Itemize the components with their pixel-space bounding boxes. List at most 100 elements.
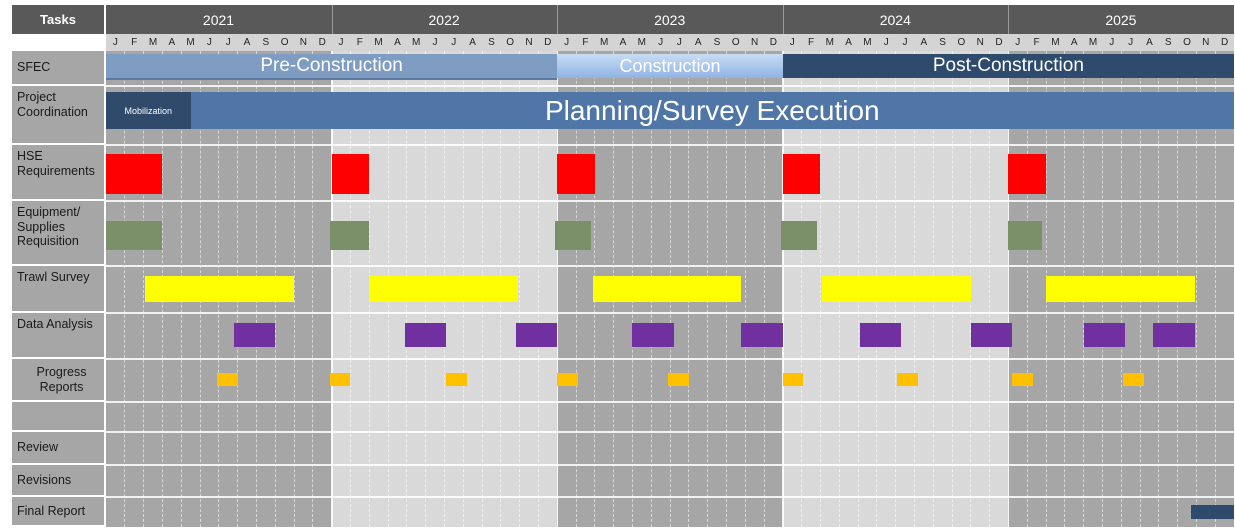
month-label: J [1015, 37, 1021, 48]
row-separator [106, 200, 1234, 202]
task-label: Equipment/ Supplies Requisition [12, 201, 104, 264]
task-bar [555, 221, 592, 250]
task-label: SFEC [12, 51, 104, 84]
month-label: M [825, 37, 834, 48]
task-bar [1190, 505, 1234, 519]
phase-bar: Pre-Construction [106, 54, 558, 80]
task-label: Review [12, 432, 104, 463]
year-header-separator [782, 5, 784, 34]
month-label: J [206, 37, 212, 48]
month-label: D [318, 37, 326, 48]
task-label: Project Coordination [12, 86, 104, 143]
task-bar [1008, 154, 1046, 194]
task-bar [668, 373, 689, 386]
task-bar [233, 323, 276, 347]
row-separator [106, 265, 1234, 267]
task-bar [782, 154, 821, 194]
year-label-2022: 2022 [428, 11, 460, 28]
month-label: A [1070, 37, 1078, 48]
task-bar [106, 221, 163, 250]
mobilization-bar: Mobilization [106, 92, 191, 129]
task-bar [515, 323, 558, 347]
month-label: J [1128, 37, 1134, 48]
task-bar [329, 221, 370, 250]
task-bar [592, 276, 742, 302]
task-bar [741, 323, 783, 347]
month-label: A [168, 37, 176, 48]
month-label: F [131, 37, 138, 48]
row-separator [106, 496, 1234, 498]
month-label: J [658, 37, 664, 48]
task-bar [106, 154, 163, 194]
month-label: A [920, 37, 928, 48]
month-label: J [789, 37, 795, 48]
month-label: O [731, 37, 740, 48]
task-bar [145, 276, 294, 302]
task-bar [859, 323, 902, 347]
row-separator [106, 358, 1234, 360]
row-separator [106, 85, 1234, 87]
year-label-2021: 2021 [202, 11, 235, 28]
task-bar [970, 323, 1013, 347]
row-separator [106, 401, 1234, 403]
month-label: M [637, 37, 646, 48]
gantt-chart: Tasks 2021 2022 2023 2024 2025 J F M A M J J A S O N D J F… [0, 0, 1235, 529]
month-label: M [186, 37, 195, 48]
task-bar [1008, 221, 1043, 250]
task-bar [331, 154, 370, 194]
task-bar [404, 323, 447, 347]
month-label: N [750, 37, 759, 48]
month-label: J [432, 37, 438, 48]
task-bar [780, 221, 817, 250]
month-label: A [243, 37, 251, 48]
month-label: J [883, 37, 889, 48]
month-label: D [1220, 37, 1229, 48]
task-bar [1153, 323, 1195, 347]
task-label: Progress Reports [12, 359, 104, 400]
row-separator [106, 431, 1234, 433]
month-label: O [506, 37, 515, 48]
month-label: J [1109, 37, 1115, 48]
task-bar [1046, 276, 1195, 302]
task-label: Trawl Survey [12, 266, 104, 311]
month-label: M [1051, 37, 1060, 48]
task-label [12, 402, 104, 430]
month-label: A [694, 37, 702, 48]
task-bar [822, 276, 971, 302]
month-label: N [1202, 37, 1210, 48]
task-bar [329, 373, 351, 386]
task-bar [1123, 373, 1144, 386]
month-label: S [262, 37, 270, 48]
task-bar [782, 373, 804, 386]
month-label: F [356, 37, 363, 48]
task-bar [1012, 373, 1033, 386]
task-bar [557, 154, 595, 194]
row-separator [106, 312, 1234, 314]
month-label: J [902, 37, 908, 48]
month-label: A [845, 37, 852, 48]
phase-bar: Post-Construction [782, 54, 1234, 78]
month-label: J [338, 37, 344, 48]
year-header-separator [1008, 5, 1010, 34]
month-label: S [488, 37, 495, 48]
task-bar [557, 373, 578, 386]
month-label: M [1088, 37, 1098, 48]
month-label: N [299, 37, 308, 48]
row-separator [106, 144, 1234, 146]
task-bar [1083, 323, 1125, 347]
task-bar [216, 373, 238, 386]
month-label: A [469, 37, 476, 48]
task-label: HSE Requirements [12, 145, 104, 199]
tasks-header: Tasks [12, 5, 104, 34]
month-label: F [807, 37, 815, 48]
month-label: S [1164, 37, 1172, 48]
month-label: N [525, 37, 533, 48]
task-label: Revisions [12, 465, 104, 495]
execution-bar: Planning/Survey Execution [190, 92, 1234, 129]
month-label: M [148, 37, 158, 48]
phase-bar: Construction [557, 54, 783, 78]
year-label-2025: 2025 [1105, 11, 1137, 28]
month-label: J [676, 37, 682, 48]
task-label: Data Analysis [12, 313, 104, 357]
month-label: J [564, 37, 570, 48]
